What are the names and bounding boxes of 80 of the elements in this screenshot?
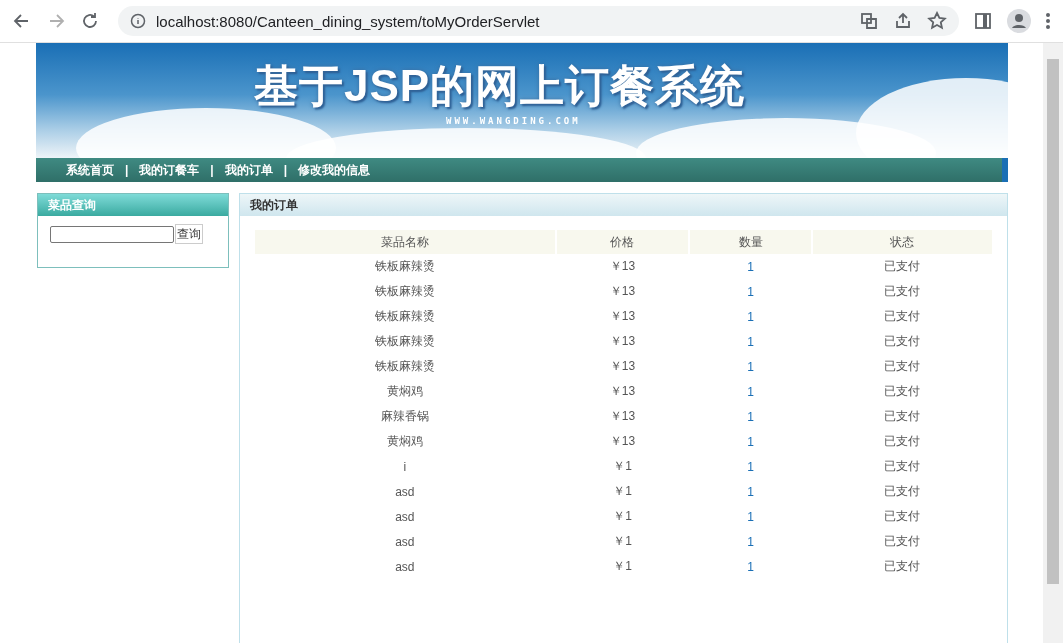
table-cell[interactable]: 1 <box>690 529 811 554</box>
table-cell-text: asd <box>394 508 416 526</box>
nav-link[interactable]: 修改我的信息 <box>298 161 371 179</box>
table-cell[interactable]: 1 <box>690 554 811 579</box>
table-cell[interactable]: 1 <box>690 429 811 454</box>
panel-title: 菜品查询 <box>38 194 228 216</box>
table-cell-text: ￥13 <box>608 408 637 425</box>
site-title: 基于JSP的网上订餐系统 <box>254 63 746 109</box>
table-cell[interactable]: 1 <box>690 454 811 479</box>
table-cell-text: 已支付 <box>883 533 922 550</box>
table-cell-text: ￥1 <box>612 458 633 475</box>
search-button[interactable]: 查询 <box>175 224 203 244</box>
scrollbar[interactable] <box>1043 43 1063 643</box>
table-cell[interactable]: 1 <box>690 404 811 429</box>
menu-icon[interactable] <box>1045 12 1051 30</box>
url-text: localhost:8080/Canteen_dining_system/toMyOrderServlet <box>156 12 540 30</box>
table-cell-text: asd <box>394 558 416 576</box>
table-cell-text: 铁板麻辣烫 <box>373 358 436 375</box>
column-header: 价格 <box>556 230 689 254</box>
nav-separator: | <box>283 163 288 177</box>
table-cell-text: 已支付 <box>883 283 922 300</box>
table-cell[interactable]: 1 <box>690 379 811 404</box>
table-cell-text: 已支付 <box>883 483 922 500</box>
side-panel-icon[interactable] <box>973 11 993 31</box>
column-header: 数量 <box>690 230 811 254</box>
address-bar[interactable]: localhost:8080/Canteen_dining_system/toMyOrderServlet <box>118 6 959 36</box>
search-field[interactable] <box>50 225 174 243</box>
share-icon[interactable] <box>893 11 913 31</box>
table-cell-text: ￥13 <box>608 308 637 325</box>
table-cell-text: 已支付 <box>883 258 922 275</box>
table-cell-text: 铁板麻辣烫 <box>373 308 436 325</box>
table-cell[interactable]: 1 <box>690 329 811 354</box>
column-header: 菜品名称 <box>255 230 555 254</box>
table-cell[interactable]: 1 <box>690 354 811 379</box>
nav-separator: | <box>125 163 129 177</box>
table-cell[interactable]: 1 <box>690 479 811 504</box>
table-cell[interactable]: 1 <box>690 254 811 279</box>
table-cell-text: 已支付 <box>883 333 922 350</box>
table-cell-text: 已支付 <box>883 308 922 325</box>
table-cell-text: 已支付 <box>883 408 922 425</box>
table-cell-text: asd <box>394 483 416 501</box>
table-cell-text: 麻辣香锅 <box>379 408 430 425</box>
table-cell-text: 已支付 <box>883 558 922 575</box>
table-cell-text: ￥13 <box>608 333 637 350</box>
nav-link[interactable]: 系统首页 <box>66 161 114 179</box>
table-cell-text: 黄焖鸡 <box>385 383 424 400</box>
table-cell-text: ￥1 <box>612 508 633 525</box>
info-icon[interactable] <box>130 13 146 29</box>
table-cell-text: ￥1 <box>612 558 633 575</box>
table-cell-text: ￥13 <box>608 383 637 400</box>
star-icon[interactable] <box>927 11 947 31</box>
table-cell-text: ￥13 <box>608 283 637 300</box>
table-cell-text: 已支付 <box>883 358 922 375</box>
nav-link[interactable]: 我的订餐车 <box>139 161 200 179</box>
nav-separator: | <box>210 163 214 177</box>
table-cell-text: 黄焖鸡 <box>385 433 424 450</box>
table-cell[interactable]: 1 <box>690 304 811 329</box>
reload-icon[interactable] <box>80 11 100 31</box>
table-cell-text: ￥1 <box>612 533 633 550</box>
table-cell-text: 已支付 <box>883 383 922 400</box>
table-cell-text: ￥13 <box>608 358 637 375</box>
nav-link[interactable]: 我的订单 <box>224 161 273 179</box>
table-cell-text: 铁板麻辣烫 <box>373 333 436 350</box>
table-cell-text: 已支付 <box>883 433 922 450</box>
table-cell-text: 铁板麻辣烫 <box>373 283 436 300</box>
table-cell-text: asd <box>394 533 416 551</box>
table-cell-text: ￥1 <box>612 483 633 500</box>
translate-icon[interactable] <box>859 11 879 31</box>
table-cell-text: 铁板麻辣烫 <box>373 258 436 275</box>
table-cell-text: ￥13 <box>608 433 637 450</box>
table-cell-text: 已支付 <box>883 508 922 525</box>
table-cell-text: ￥13 <box>608 258 637 275</box>
table-cell-text: 已支付 <box>883 458 922 475</box>
column-header: 状态 <box>812 230 992 254</box>
table-cell[interactable]: 1 <box>690 279 811 304</box>
site-subtitle: WWW.WANGDING.COM <box>446 116 581 126</box>
profile-icon[interactable] <box>1007 9 1031 33</box>
table-cell-text: i <box>402 458 408 476</box>
panel-title: 我的订单 <box>240 194 1007 216</box>
table-cell[interactable]: 1 <box>690 504 811 529</box>
